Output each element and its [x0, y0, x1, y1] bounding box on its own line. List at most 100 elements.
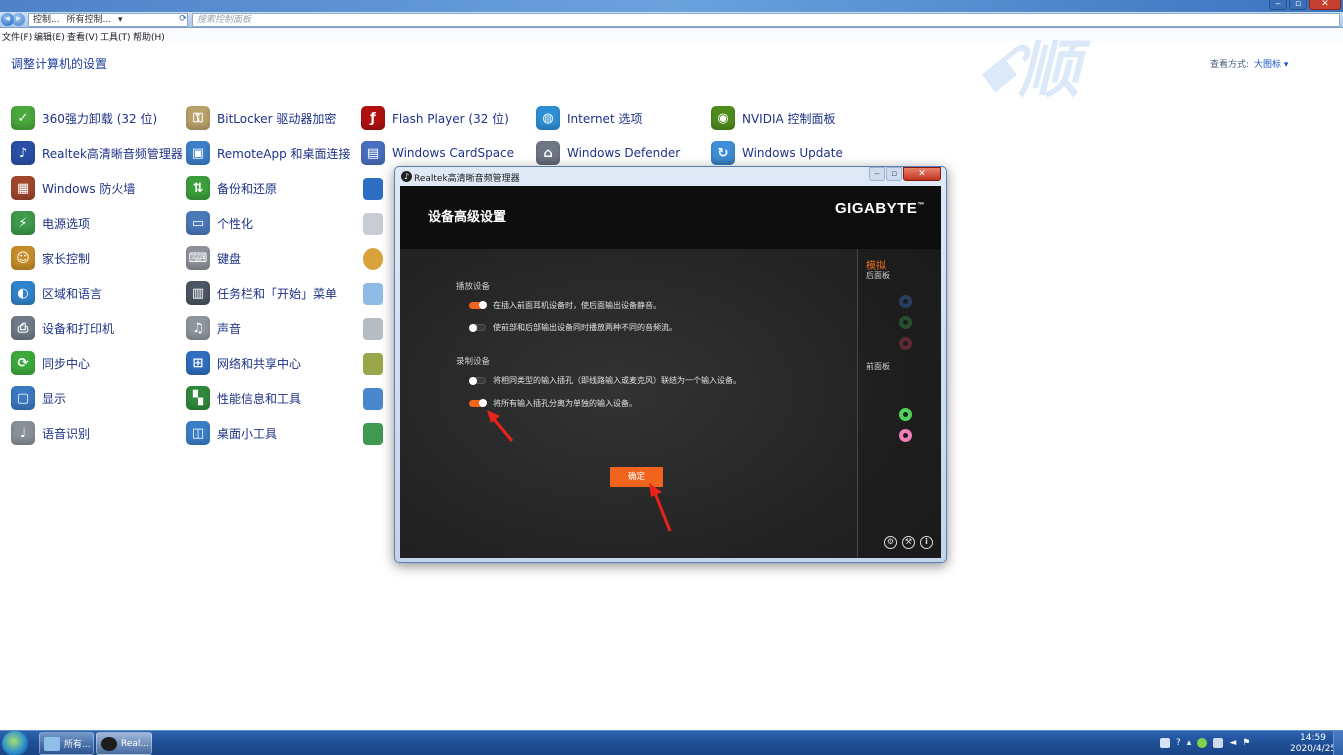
- hidden-item-icon[interactable]: [363, 248, 383, 270]
- cp-item-sound[interactable]: ♫ 声音: [186, 313, 241, 343]
- forward-button[interactable]: ▸: [12, 13, 25, 26]
- firewall-icon: ▦: [11, 176, 35, 200]
- cp-item-desktop-gadgets[interactable]: ◫ 桌面小工具: [186, 418, 277, 448]
- toggle-switch[interactable]: [469, 399, 487, 407]
- windows-update-icon: ↻: [711, 141, 735, 165]
- cp-item-nvidia[interactable]: ◉ NVIDIA 控制面板: [711, 103, 836, 133]
- view-by-dropdown[interactable]: 大图标 ▾: [1254, 57, 1288, 70]
- window-titlebar: ‒ ▫ ✕: [0, 0, 1343, 12]
- realtek-window-title: Realtek高清晰音频管理器: [414, 174, 520, 184]
- taskbar-start-icon: ▥: [186, 281, 210, 305]
- cp-item-cardspace[interactable]: ▤ Windows CardSpace: [361, 138, 514, 168]
- rear-jack-green[interactable]: [899, 316, 912, 329]
- cp-item-internet-options[interactable]: ◍ Internet 选项: [536, 103, 642, 133]
- toggle-switch[interactable]: [469, 301, 487, 309]
- expand-tray-icon[interactable]: ▴: [1187, 738, 1192, 748]
- cp-item-label: Windows Defender: [567, 146, 681, 160]
- toggle-switch[interactable]: [469, 377, 486, 385]
- front-jack-pink[interactable]: [899, 429, 912, 442]
- menu-tools[interactable]: 工具(T): [100, 30, 131, 43]
- action-center-flag-icon[interactable]: ⚑: [1242, 738, 1250, 748]
- address-bar[interactable]: 控制... 所有控制... ▾: [28, 13, 188, 27]
- cp-item-windows-update[interactable]: ↻ Windows Update: [711, 138, 843, 168]
- info-icon[interactable]: i: [920, 536, 933, 549]
- hidden-item-icon[interactable]: [363, 283, 383, 305]
- wrench-icon[interactable]: ⚒: [902, 536, 915, 549]
- address-segment[interactable]: 所有控制...: [66, 15, 111, 25]
- cp-item-devices-printers[interactable]: ⎙ 设备和打印机: [11, 313, 114, 343]
- taskbar: 所有... Real... ? ▴ ◄ ⚑ 14:59 2020/4/25: [0, 730, 1343, 755]
- maximize-button[interactable]: ▫: [1289, 0, 1307, 10]
- speech-recognition-icon: ♩: [11, 421, 35, 445]
- realtek-titlebar[interactable]: ♪ Realtek高清晰音频管理器 ‒ ▫ ✕: [395, 167, 946, 186]
- cp-item-label: 键盘: [217, 251, 242, 266]
- cp-item-parental-controls[interactable]: ☺ 家长控制: [11, 243, 90, 273]
- realtek-header: 设备高级设置 GIGABYTE™: [400, 186, 941, 249]
- cp-item-label: 备份和还原: [217, 181, 278, 196]
- cp-item-region-language[interactable]: ◐ 区域和语言: [11, 278, 102, 308]
- rear-jack-pink[interactable]: [899, 337, 912, 350]
- help-icon[interactable]: ?: [1176, 738, 1181, 748]
- cp-item-taskbar-start[interactable]: ▥ 任务栏和「开始」菜单: [186, 278, 337, 308]
- cp-item-flash-player[interactable]: ƒ Flash Player (32 位): [361, 103, 509, 133]
- defender-icon: ⌂: [536, 141, 560, 165]
- volume-icon[interactable]: ◄: [1229, 738, 1236, 748]
- option-text: 在插入前面耳机设备时，使后面输出设备静音。: [493, 301, 661, 310]
- cp-item-speech-recognition[interactable]: ♩ 语音识别: [11, 418, 90, 448]
- cp-item-label: 电源选项: [42, 216, 91, 231]
- clock-time[interactable]: 14:59: [1300, 733, 1326, 743]
- cp-item-keyboard[interactable]: ⌨ 键盘: [186, 243, 241, 273]
- taskbar-item-realtek[interactable]: Real...: [96, 732, 152, 755]
- cp-item-firewall[interactable]: ▦ Windows 防火墙: [11, 173, 135, 203]
- rear-jack-blue[interactable]: [899, 295, 912, 308]
- realtek-close-button[interactable]: ✕: [903, 167, 941, 181]
- cardspace-icon: ▤: [361, 141, 385, 165]
- clock-date[interactable]: 2020/4/25: [1290, 744, 1336, 754]
- toggle-switch[interactable]: [469, 324, 486, 332]
- realtek-maximize-button[interactable]: ▫: [886, 167, 902, 181]
- keyboard-icon: ⌨: [186, 246, 210, 270]
- minimize-button[interactable]: ‒: [1269, 0, 1287, 10]
- realtek-audio-icon: ♪: [11, 141, 35, 165]
- realtek-minimize-button[interactable]: ‒: [869, 167, 885, 181]
- menu-help[interactable]: 帮助(H): [133, 30, 165, 43]
- hidden-item-icon[interactable]: [363, 178, 383, 200]
- cp-item-performance[interactable]: ▚ 性能信息和工具: [186, 383, 301, 413]
- 360-tray-icon[interactable]: [1197, 738, 1208, 748]
- hidden-item-icon[interactable]: [363, 423, 383, 445]
- cp-item-network-sharing[interactable]: ⊞ 网络和共享中心: [186, 348, 301, 378]
- menu-view[interactable]: 查看(V): [67, 30, 98, 43]
- refresh-icon[interactable]: ⟳: [177, 13, 189, 26]
- cp-item-label: 同步中心: [42, 356, 91, 371]
- front-jack-green[interactable]: [899, 408, 912, 421]
- hidden-item-icon[interactable]: [363, 388, 383, 410]
- backup-restore-icon: ⇅: [186, 176, 210, 200]
- hidden-item-icon[interactable]: [363, 318, 383, 340]
- close-button[interactable]: ✕: [1309, 0, 1341, 10]
- keyboard-layout-icon[interactable]: [1160, 738, 1170, 748]
- cp-item-remoteapp[interactable]: ▣ RemoteApp 和桌面连接: [186, 138, 351, 168]
- cp-item-sync-center[interactable]: ⟳ 同步中心: [11, 348, 90, 378]
- cp-item-bitlocker[interactable]: ⚿ BitLocker 驱动器加密: [186, 103, 336, 133]
- address-segment[interactable]: 控制...: [33, 15, 60, 25]
- start-button[interactable]: [2, 731, 28, 755]
- menu-file[interactable]: 文件(F): [2, 30, 32, 43]
- menu-edit[interactable]: 编辑(E): [34, 30, 65, 43]
- cp-item-360-uninstall[interactable]: ✓ 360强力卸载 (32 位): [11, 103, 157, 133]
- show-desktop-button[interactable]: [1333, 731, 1343, 755]
- hidden-item-icon[interactable]: [363, 213, 383, 235]
- cp-item-defender[interactable]: ⌂ Windows Defender: [536, 138, 680, 168]
- hidden-item-icon[interactable]: [363, 353, 383, 375]
- cp-item-backup-restore[interactable]: ⇅ 备份和还原: [186, 173, 277, 203]
- taskbar-item-control-panel[interactable]: 所有...: [39, 732, 94, 755]
- cp-item-label: 360强力卸载 (32 位): [42, 111, 158, 126]
- cp-item-personalization[interactable]: ▭ 个性化: [186, 208, 253, 238]
- gear-icon[interactable]: ⚙: [884, 536, 897, 549]
- playback-option-dual-stream: 使前部和后部输出设备同时播放两种不同的音频流。: [469, 322, 677, 333]
- address-dropdown[interactable]: ▾: [118, 15, 123, 25]
- cp-item-realtek[interactable]: ♪ Realtek高清晰音频管理器: [11, 138, 183, 168]
- cp-item-power-options[interactable]: ⚡ 电源选项: [11, 208, 90, 238]
- cp-item-display[interactable]: ▢ 显示: [11, 383, 66, 413]
- network-icon[interactable]: [1213, 738, 1224, 748]
- cp-item-label: 语音识别: [42, 426, 91, 441]
